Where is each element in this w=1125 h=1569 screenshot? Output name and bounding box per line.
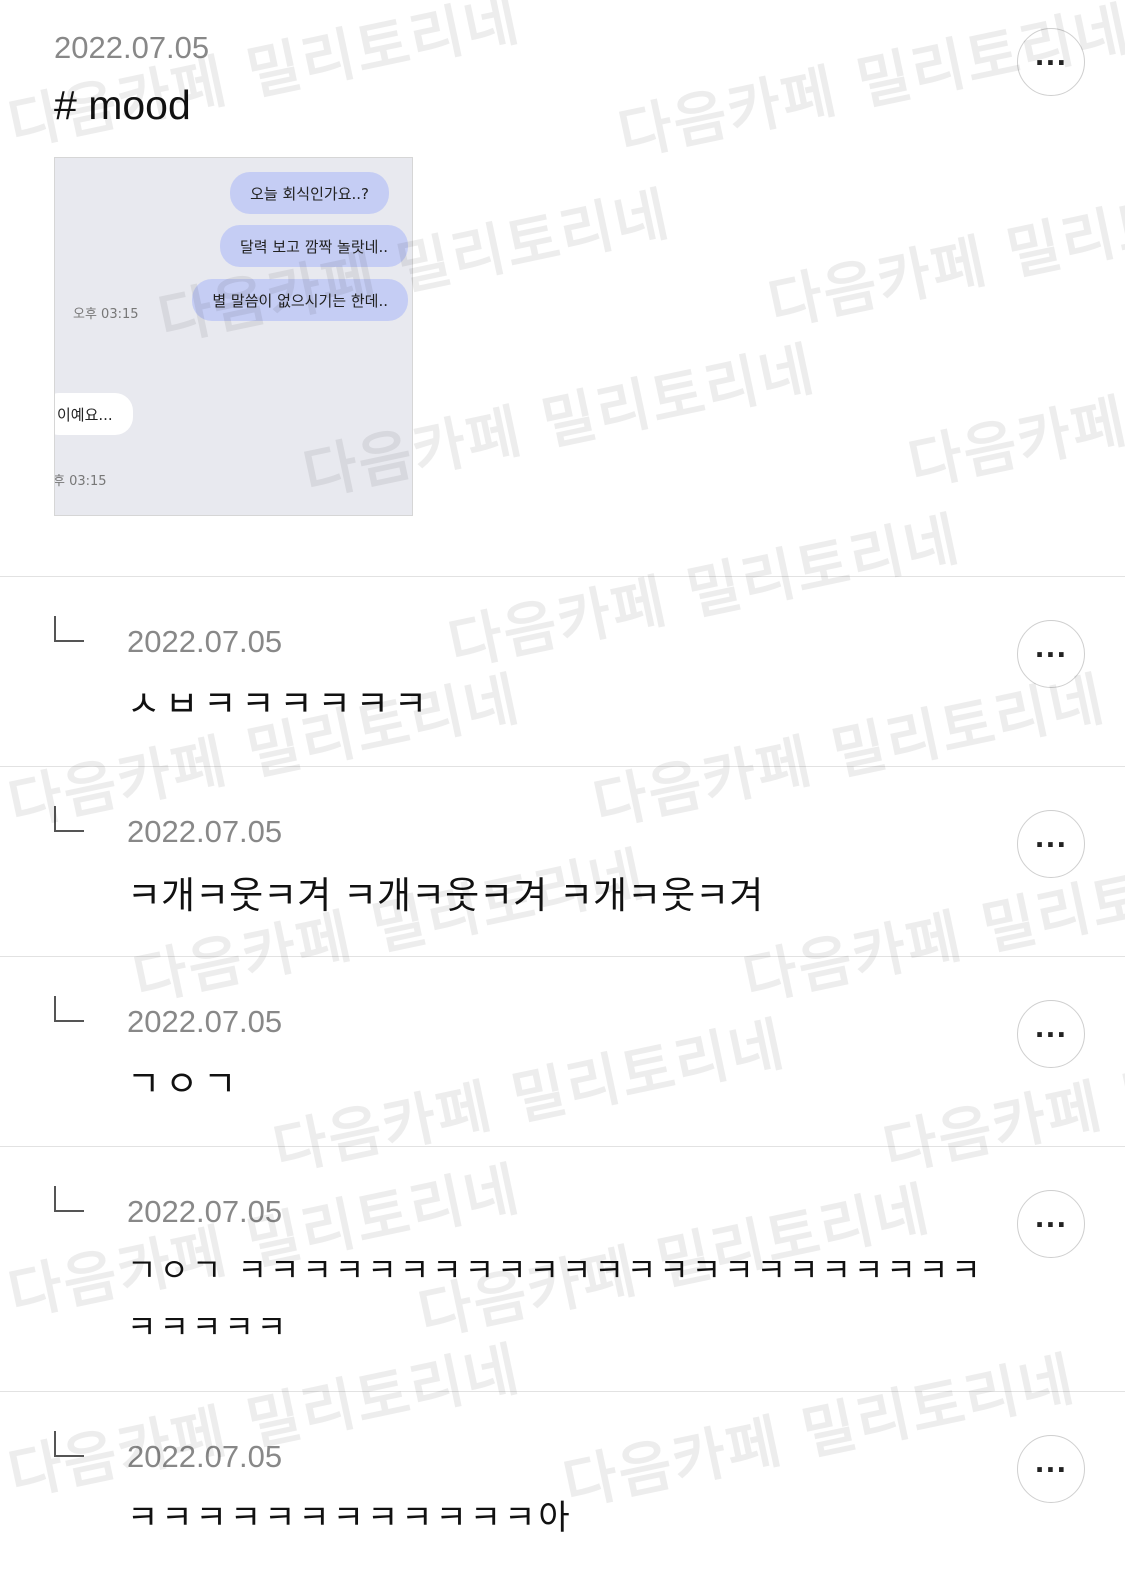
comment-item: 2022.07.05 ㄱㅇㄱ ... bbox=[0, 957, 1125, 1147]
post-more-button[interactable]: ... bbox=[1017, 28, 1085, 96]
more-dots-icon: ... bbox=[1034, 1204, 1068, 1234]
comment-more-button[interactable]: ... bbox=[1017, 1435, 1085, 1503]
post-page: 2022.07.05 # mood ... 오늘 회식인가요..? 달력 보고 … bbox=[0, 0, 1125, 1569]
comment-date: 2022.07.05 bbox=[127, 814, 283, 849]
reply-arrow-icon bbox=[54, 996, 84, 1022]
comment-text: ㅋㅋㅋㅋㅋㅋㅋㅋㅋㅋㅋㅋ아 bbox=[127, 1498, 573, 1538]
reply-arrow-icon bbox=[54, 1431, 84, 1457]
more-dots-icon: ... bbox=[1034, 1449, 1068, 1479]
comment-date: 2022.07.05 bbox=[127, 1194, 283, 1229]
comment-more-button[interactable]: ... bbox=[1017, 1190, 1085, 1258]
comment-text: ㅅㅂㅋㅋㅋㅋㅋㅋ bbox=[127, 684, 432, 725]
comment-more-button[interactable]: ... bbox=[1017, 1000, 1085, 1068]
comment-text: ㄱㅇㄱ ㅋㅋㅋㅋㅋㅋㅋㅋㅋㅋㅋㅋㅋㅋㅋㅋㅋㅋㅋㅋㅋㅋㅋ bbox=[127, 1251, 984, 1289]
chat-time: 후 03:15 bbox=[54, 474, 107, 489]
comment-item: 2022.07.05 ㅋ개ㅋ웃ㅋ겨 ㅋ개ㅋ웃ㅋ겨 ㅋ개ㅋ웃ㅋ겨 ... bbox=[0, 767, 1125, 957]
more-dots-icon: ... bbox=[1034, 1014, 1068, 1044]
more-dots-icon: ... bbox=[1034, 824, 1068, 854]
post-date: 2022.07.05 bbox=[54, 30, 210, 65]
comment-date: 2022.07.05 bbox=[127, 1004, 283, 1039]
comment-date: 2022.07.05 bbox=[127, 1439, 283, 1474]
chat-bubble-reply: 이예요... bbox=[55, 393, 133, 435]
comment-item: 2022.07.05 ㄱㅇㄱ ㅋㅋㅋㅋㅋㅋㅋㅋㅋㅋㅋㅋㅋㅋㅋㅋㅋㅋㅋㅋㅋㅋㅋ ㅋ… bbox=[0, 1147, 1125, 1392]
chat-time: 오후 03:15 bbox=[73, 307, 139, 322]
comment-more-button[interactable]: ... bbox=[1017, 620, 1085, 688]
post-image[interactable]: 오늘 회식인가요..? 달력 보고 깜짝 놀랏네.. 별 말씀이 없으시기는 한… bbox=[54, 157, 413, 516]
reply-arrow-icon bbox=[54, 616, 84, 642]
reply-arrow-icon bbox=[54, 1186, 84, 1212]
comment-text-line2: ㅋㅋㅋㅋㅋ bbox=[127, 1308, 290, 1346]
comment-text: ㅋ개ㅋ웃ㅋ겨 ㅋ개ㅋ웃ㅋ겨 ㅋ개ㅋ웃ㅋ겨 bbox=[127, 874, 764, 917]
comment-more-button[interactable]: ... bbox=[1017, 810, 1085, 878]
chat-bubble: 오늘 회식인가요..? bbox=[230, 172, 389, 214]
more-dots-icon: ... bbox=[1034, 634, 1068, 664]
comment-item: 2022.07.05 ㅅㅂㅋㅋㅋㅋㅋㅋ ... bbox=[0, 577, 1125, 767]
comment-item: 2022.07.05 ㅋㅋㅋㅋㅋㅋㅋㅋㅋㅋㅋㅋ아 ... bbox=[0, 1392, 1125, 1569]
more-dots-icon: ... bbox=[1034, 42, 1068, 72]
chat-bubble: 달력 보고 깜짝 놀랏네.. bbox=[219, 225, 408, 267]
main-post: 2022.07.05 # mood ... 오늘 회식인가요..? 달력 보고 … bbox=[0, 0, 1125, 577]
reply-arrow-icon bbox=[54, 806, 84, 832]
comment-text: ㄱㅇㄱ bbox=[127, 1064, 242, 1105]
post-title: # mood bbox=[54, 82, 191, 128]
chat-bubble: 별 말씀이 없으시기는 한데.. bbox=[192, 279, 408, 321]
comment-date: 2022.07.05 bbox=[127, 624, 283, 659]
